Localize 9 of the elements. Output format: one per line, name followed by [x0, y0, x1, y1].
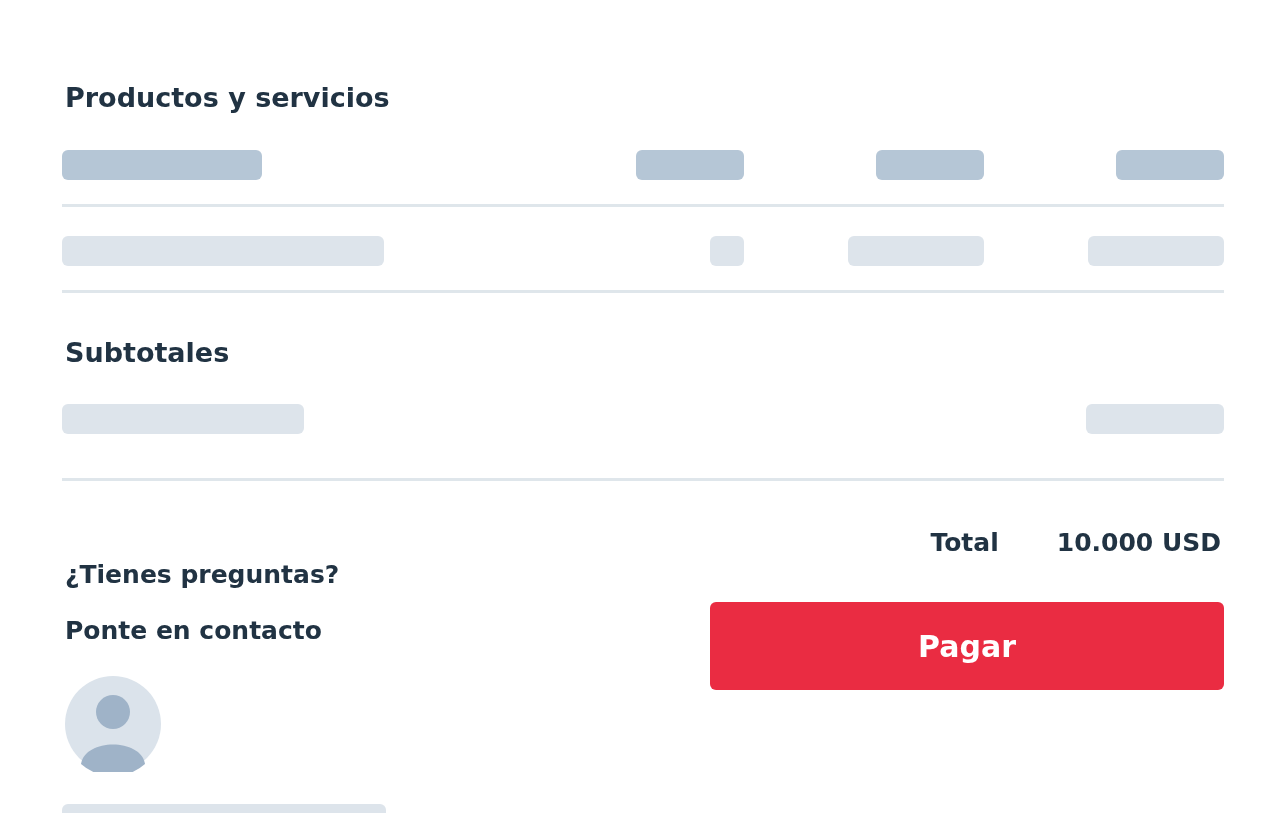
section-heading: Productos y servicios — [64, 81, 391, 115]
total-label: Total — [930, 527, 999, 559]
total-value: 10.000 USD — [1056, 527, 1221, 559]
contact-prompt: Ponte en contacto — [65, 615, 322, 647]
section-heading: Subtotales — [64, 336, 231, 370]
skeleton-bar — [710, 236, 744, 266]
contact-question: ¿Tienes preguntas? — [65, 559, 340, 591]
avatar-icon — [65, 676, 161, 772]
pay-button[interactable]: Pagar — [710, 602, 1224, 690]
